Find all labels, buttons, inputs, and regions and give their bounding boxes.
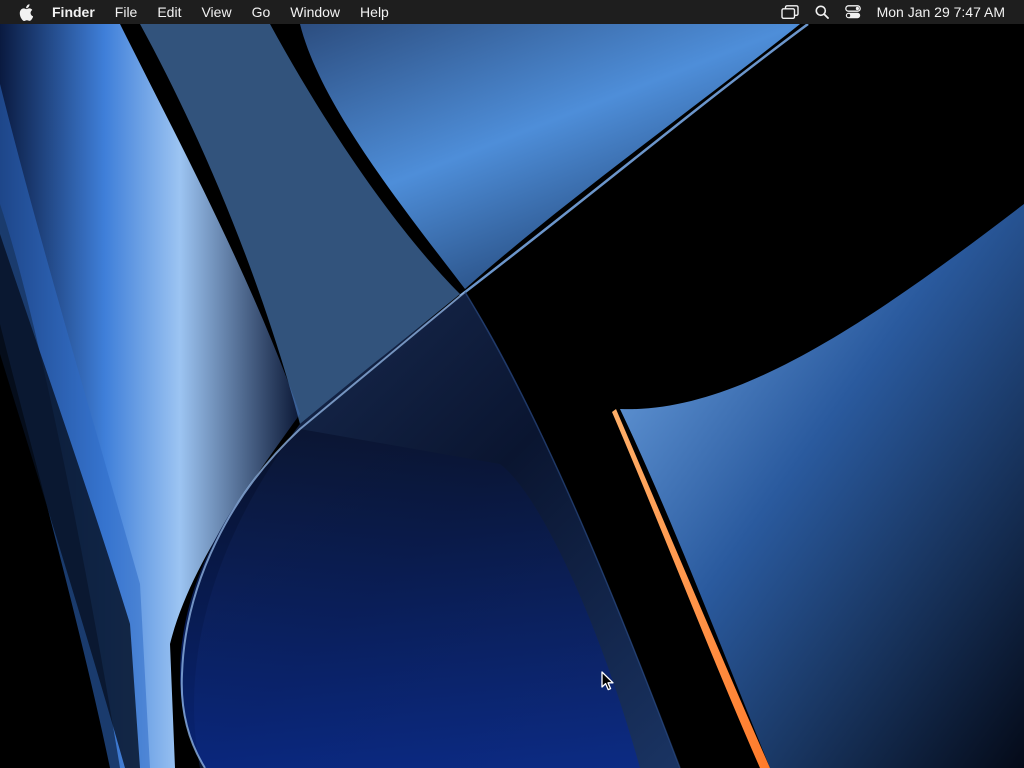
menu-help[interactable]: Help	[350, 0, 399, 24]
search-icon	[815, 5, 829, 19]
menu-bar-left: Finder File Edit View Go Window Help	[0, 0, 399, 24]
menu-edit[interactable]: Edit	[147, 0, 191, 24]
screen-mirroring-icon	[780, 5, 799, 19]
menu-view[interactable]: View	[191, 0, 241, 24]
spotlight-search-button[interactable]	[807, 0, 837, 24]
menu-window[interactable]: Window	[280, 0, 350, 24]
menu-bar-right: Mon Jan 29 7:47 AM	[773, 0, 1024, 24]
app-menu-finder[interactable]: Finder	[42, 0, 105, 24]
control-center-button[interactable]	[837, 0, 869, 24]
screen-mirroring-button[interactable]	[773, 0, 807, 24]
apple-logo-icon	[19, 3, 33, 21]
desktop-wallpaper	[0, 24, 1024, 768]
menu-go[interactable]: Go	[242, 0, 281, 24]
mouse-pointer-icon	[601, 671, 614, 691]
desktop-screen: Finder File Edit View Go Window Help Mon…	[0, 0, 1024, 768]
menu-file[interactable]: File	[105, 0, 148, 24]
menu-bar: Finder File Edit View Go Window Help Mon…	[0, 0, 1024, 24]
apple-menu-button[interactable]	[14, 0, 38, 24]
menu-bar-clock[interactable]: Mon Jan 29 7:47 AM	[869, 0, 1024, 24]
control-center-icon	[844, 5, 861, 19]
